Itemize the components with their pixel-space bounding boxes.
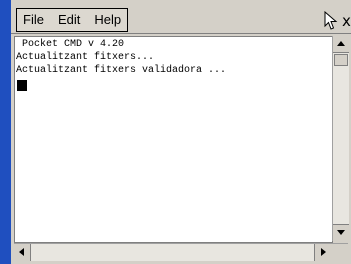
menu-group: File Edit Help <box>16 8 129 32</box>
scrollbar-corner <box>331 244 348 261</box>
scroll-left-button[interactable] <box>14 244 31 261</box>
scroll-up-button[interactable] <box>333 36 349 53</box>
pocket-cmd-window: File Edit Help x Pocket CMD v 4.20 Actua… <box>11 0 351 264</box>
menu-edit[interactable]: Edit <box>58 10 80 30</box>
scroll-right-button[interactable] <box>314 244 331 261</box>
arrow-up-icon <box>337 41 345 46</box>
text-cursor <box>17 80 27 91</box>
scroll-down-button[interactable] <box>333 224 349 241</box>
vertical-scrollbar[interactable] <box>332 36 349 241</box>
horizontal-scrollbar[interactable] <box>14 243 348 261</box>
console-line: Actualitzant fitxers validadora ... <box>16 65 227 76</box>
console-line: Pocket CMD v 4.20 <box>16 39 125 50</box>
close-icon[interactable]: x <box>342 11 351 31</box>
menubar: File Edit Help x <box>11 0 351 34</box>
left-edge <box>0 0 11 264</box>
menu-file[interactable]: File <box>23 10 44 30</box>
arrow-left-icon <box>19 248 24 256</box>
menu-help[interactable]: Help <box>94 10 121 30</box>
vertical-scroll-thumb[interactable] <box>334 54 348 66</box>
console-output[interactable]: Pocket CMD v 4.20 Actualitzant fitxers..… <box>14 36 333 243</box>
console-line: Actualitzant fitxers... <box>16 52 155 63</box>
arrow-right-icon <box>321 248 326 256</box>
arrow-down-icon <box>337 230 345 235</box>
mouse-pointer-icon <box>324 11 338 30</box>
